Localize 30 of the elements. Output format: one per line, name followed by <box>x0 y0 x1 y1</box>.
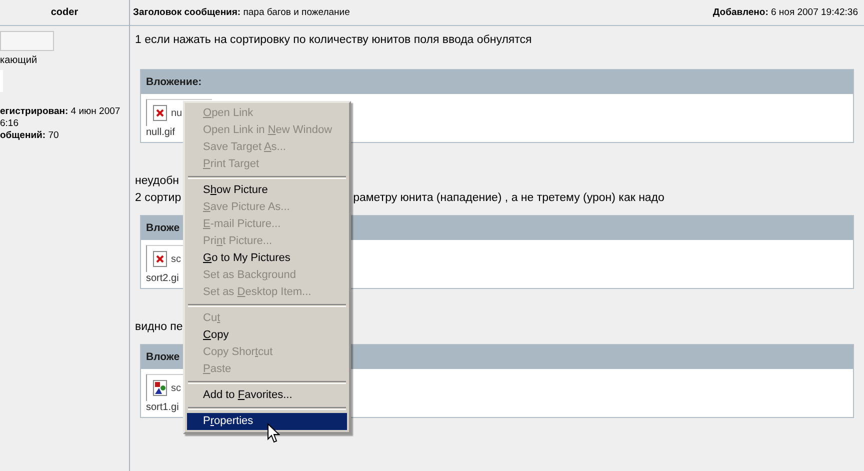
menu-item[interactable]: Properties <box>187 413 347 430</box>
broken-image-icon <box>153 251 167 267</box>
post-text: неудобн <box>135 174 180 189</box>
attachment-title: Вложе <box>146 222 180 234</box>
attachment-filename[interactable]: sort1.gi <box>146 402 179 413</box>
author-name: coder <box>50 7 78 18</box>
image-icon <box>153 380 167 396</box>
image-alt-text: sc <box>171 382 181 394</box>
post-text: раметру юнита (нападение) , а не третему (урон) как надо <box>353 191 664 206</box>
attachment-filename[interactable]: null.gif <box>146 127 175 138</box>
post-date: Добавлено: 6 ноя 2007 19:42:36 <box>712 7 858 18</box>
profile-line: 6:16 <box>0 118 18 129</box>
image-alt-text: nu <box>171 108 182 118</box>
post-subject: Заголовок сообщения: пара багов и пожелание <box>133 7 350 18</box>
menu-item[interactable]: Add to Favorites... <box>187 387 347 404</box>
registered-date: егистрирован: 4 июн 2007 <box>0 106 120 117</box>
attachment-title: Вложе <box>146 351 180 363</box>
broken-image-icon <box>153 105 167 121</box>
post-count: общений: 70 <box>0 130 59 141</box>
post-text: видно пе <box>135 320 183 335</box>
post-text: 2 сортир <box>135 191 182 206</box>
post-text: 1 если нажать на сортировку по количеству юнитов поля ввода обнулятся <box>135 33 532 48</box>
attachment-filename[interactable]: sort2.gi <box>146 273 179 284</box>
image-alt-text: sc <box>171 254 181 264</box>
menu-item[interactable]: Go to My Pictures <box>187 250 347 267</box>
attachment-title: Вложение: <box>146 76 202 88</box>
user-rank: кающий <box>0 55 38 66</box>
mouse-pointer-icon <box>267 423 280 444</box>
menu-item[interactable]: Copy <box>187 327 347 344</box>
menu-item[interactable]: Show Picture <box>187 182 347 199</box>
